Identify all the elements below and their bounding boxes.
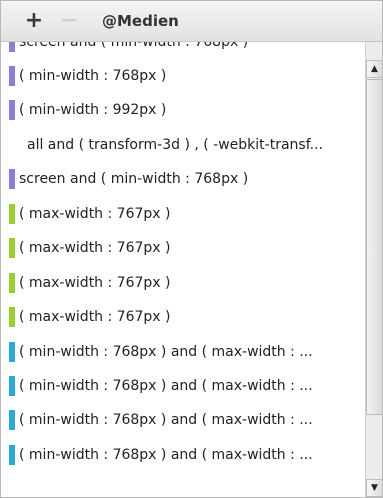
media-query-row[interactable]: ( max-width : 767px ): [1, 197, 365, 231]
scroll-up-arrow-icon[interactable]: ▲: [366, 60, 382, 78]
media-query-row[interactable]: ( min-width : 768px ): [1, 59, 365, 93]
media-query-text: screen and ( min-width : 768px ): [19, 42, 249, 50]
scroll-down-arrow-icon[interactable]: ▼: [366, 479, 382, 497]
media-query-row[interactable]: ( max-width : 767px ): [1, 231, 365, 265]
media-query-text: ( max-width : 767px ): [19, 206, 171, 222]
media-query-row[interactable]: ( min-width : 768px ) and ( max-width : …: [1, 335, 365, 369]
color-marker: [9, 307, 15, 327]
media-queries-panel: + − @Medien screen and ( min-width : 768…: [0, 0, 383, 498]
media-query-text: ( max-width : 767px ): [19, 275, 171, 291]
media-query-text: ( min-width : 768px ) and ( max-width : …: [19, 344, 313, 360]
media-query-text: ( max-width : 767px ): [19, 240, 171, 256]
color-marker: [9, 169, 15, 189]
media-query-text: ( min-width : 768px ) and ( max-width : …: [19, 412, 313, 428]
media-query-row[interactable]: all and ( transform-3d ) , ( -webkit-tra…: [1, 128, 365, 162]
media-query-text: ( min-width : 768px ) and ( max-width : …: [19, 378, 313, 394]
scrollbar-thumb[interactable]: [366, 79, 382, 415]
panel-title: @Medien: [102, 12, 179, 30]
media-query-row[interactable]: ( min-width : 768px ) and ( max-width : …: [1, 403, 365, 437]
color-marker: [9, 100, 15, 120]
vertical-scrollbar[interactable]: ▲ ▼: [365, 42, 382, 497]
media-query-text: ( max-width : 767px ): [19, 309, 171, 325]
media-query-row[interactable]: ( max-width : 767px ): [1, 266, 365, 300]
add-media-query-button[interactable]: +: [22, 9, 46, 33]
media-query-text: screen and ( min-width : 768px ): [19, 171, 249, 187]
color-marker: [9, 410, 15, 430]
color-marker: [9, 42, 15, 52]
media-query-row[interactable]: screen and ( min-width : 768px ): [1, 162, 365, 196]
remove-media-query-button[interactable]: −: [57, 9, 81, 33]
media-query-row[interactable]: screen and ( min-width : 768px ): [1, 42, 365, 59]
media-query-text: ( min-width : 768px ): [19, 68, 167, 84]
media-query-row[interactable]: ( min-width : 768px ) and ( max-width : …: [1, 438, 365, 472]
color-marker: [9, 273, 15, 293]
color-marker: [9, 342, 15, 362]
color-marker: [9, 376, 15, 396]
color-marker: [9, 238, 15, 258]
media-query-row[interactable]: ( min-width : 992px ): [1, 93, 365, 127]
media-query-text: ( min-width : 992px ): [19, 102, 167, 118]
media-query-text: all and ( transform-3d ) , ( -webkit-tra…: [27, 137, 323, 153]
color-marker: [9, 445, 15, 465]
color-marker: [9, 204, 15, 224]
media-query-row[interactable]: ( min-width : 768px ) and ( max-width : …: [1, 369, 365, 403]
media-query-list: screen and ( min-width : 768px ) ( min-wi…: [1, 42, 365, 497]
color-marker: [9, 66, 15, 86]
media-query-text: ( min-width : 768px ) and ( max-width : …: [19, 447, 313, 463]
media-query-row[interactable]: ( max-width : 767px ): [1, 300, 365, 334]
panel-header: + − @Medien: [1, 1, 382, 42]
